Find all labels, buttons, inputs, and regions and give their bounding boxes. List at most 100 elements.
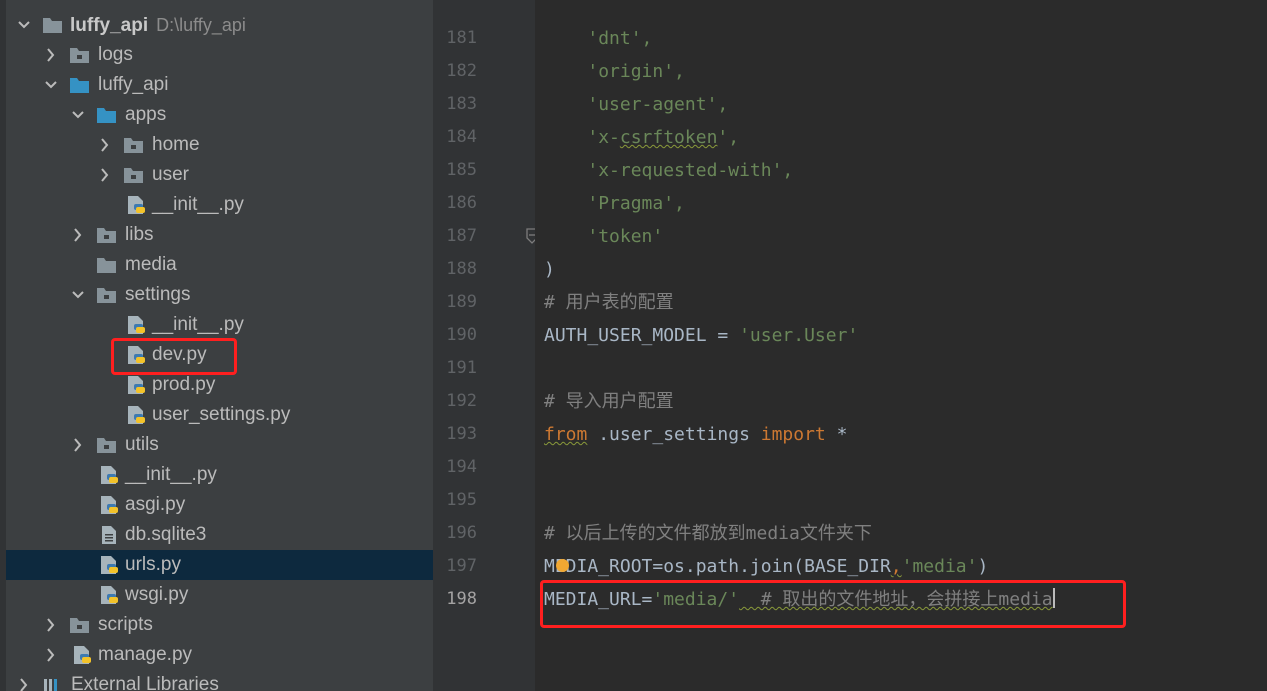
package-folder-icon bbox=[70, 78, 89, 93]
lightbulb-icon[interactable] bbox=[556, 559, 569, 572]
line-number: 194 bbox=[446, 457, 477, 477]
python-file-icon bbox=[101, 466, 118, 484]
tree-item-label: asgi.py bbox=[125, 494, 186, 515]
line-number: 185 bbox=[446, 160, 477, 180]
chevron-down-icon[interactable] bbox=[70, 105, 86, 125]
chevron-down-icon[interactable] bbox=[43, 75, 59, 95]
line-number: 193 bbox=[446, 424, 477, 444]
tree-item-label: External Libraries bbox=[71, 674, 219, 691]
chevron-right-icon[interactable] bbox=[43, 45, 59, 65]
tree-item-label: luffy_api bbox=[98, 74, 169, 95]
python-file-icon bbox=[128, 406, 145, 424]
code-editor[interactable]: 'dnt', 'origin', 'user-agent', 'x-csrfto… bbox=[535, 0, 1267, 691]
folder-icon bbox=[70, 48, 89, 63]
line-number: 183 bbox=[446, 94, 477, 114]
tree-item-home[interactable]: home bbox=[6, 130, 433, 160]
line-number: 188 bbox=[446, 259, 477, 279]
tree-item-external-libraries[interactable]: External Libraries bbox=[6, 670, 433, 691]
code-line-192: # 导入用户配置 bbox=[544, 391, 674, 412]
tree-item-wsgi-py[interactable]: wsgi.py bbox=[6, 580, 433, 610]
tree-item-libs[interactable]: libs bbox=[6, 220, 433, 250]
chevron-right-icon[interactable] bbox=[43, 645, 59, 665]
tree-item-label: __init__.py bbox=[152, 194, 244, 215]
chevron-right-icon[interactable] bbox=[97, 165, 113, 185]
chevron-right-icon[interactable] bbox=[70, 225, 86, 245]
python-file-icon bbox=[128, 376, 145, 394]
tree-item-label: __init__.py bbox=[152, 314, 244, 335]
highlight-box-dev-py bbox=[111, 338, 237, 375]
chevron-down-icon[interactable] bbox=[70, 285, 86, 305]
code-line-183: 'user-agent', bbox=[587, 94, 729, 115]
tree-item-label: wsgi.py bbox=[125, 584, 189, 605]
line-number: 196 bbox=[446, 523, 477, 543]
line-number: 186 bbox=[446, 193, 477, 213]
tree-item-asgi-py[interactable]: asgi.py bbox=[6, 490, 433, 520]
line-number: 189 bbox=[446, 292, 477, 312]
tree-root-label: luffy_api bbox=[70, 15, 149, 36]
tree-item-media[interactable]: media bbox=[6, 250, 433, 280]
python-file-icon bbox=[128, 196, 145, 214]
folder-icon bbox=[97, 438, 116, 453]
code-line-182: 'origin', bbox=[587, 61, 685, 82]
chevron-right-icon[interactable] bbox=[16, 675, 32, 691]
tree-item-label: user bbox=[152, 164, 189, 185]
tree-item-luffy-api-package[interactable]: luffy_api bbox=[6, 70, 433, 100]
tree-item-label: scripts bbox=[98, 614, 153, 635]
chevron-right-icon[interactable] bbox=[70, 435, 86, 455]
tree-item-apps[interactable]: apps bbox=[6, 100, 433, 130]
tree-item-urls-py[interactable]: urls.py bbox=[6, 550, 433, 580]
tree-item-settings[interactable]: settings bbox=[6, 280, 433, 310]
tree-item-logs[interactable]: logs bbox=[6, 40, 433, 70]
line-number: 182 bbox=[446, 61, 477, 81]
tree-item-user-settings-py[interactable]: user_settings.py bbox=[6, 400, 433, 430]
package-folder-icon bbox=[97, 108, 116, 123]
line-number: 192 bbox=[446, 391, 477, 411]
tree-root-path: D:\luffy_api bbox=[156, 15, 246, 35]
tree-item-user[interactable]: user bbox=[6, 160, 433, 190]
chevron-right-icon[interactable] bbox=[97, 135, 113, 155]
tree-item-label: apps bbox=[125, 104, 167, 125]
folder-icon bbox=[97, 258, 116, 273]
python-file-icon bbox=[101, 586, 118, 604]
folder-icon bbox=[70, 618, 89, 633]
tree-item-label: manage.py bbox=[98, 644, 193, 665]
code-line-190: AUTH_USER_MODEL = 'user.User' bbox=[544, 325, 859, 346]
python-file-icon bbox=[101, 556, 118, 574]
line-number-current: 198 bbox=[446, 589, 477, 609]
project-tree-panel: luffy_api D:\luffy_api logs luffy_api app… bbox=[0, 0, 433, 691]
folder-icon bbox=[97, 228, 116, 243]
line-number: 197 bbox=[446, 556, 477, 576]
code-line-193: from .user_settings import * bbox=[544, 424, 848, 445]
code-line-189: # 用户表的配置 bbox=[544, 292, 674, 313]
library-icon bbox=[44, 679, 57, 691]
chevron-right-icon[interactable] bbox=[43, 615, 59, 635]
editor-gutter: 181 182 183 184 185 186 187 188 189 190 … bbox=[433, 0, 538, 691]
folder-icon bbox=[43, 18, 62, 33]
folder-icon bbox=[124, 138, 143, 153]
line-number: 190 bbox=[446, 325, 477, 345]
tree-root-luffy-api[interactable]: luffy_api D:\luffy_api bbox=[6, 10, 433, 40]
python-file-icon bbox=[128, 316, 145, 334]
code-line-196: # 以后上传的文件都放到media文件夹下 bbox=[544, 523, 872, 544]
tree-item-settings-init[interactable]: __init__.py bbox=[6, 310, 433, 340]
tree-item-label: __init__.py bbox=[125, 464, 217, 485]
line-number: 187 bbox=[446, 226, 477, 246]
code-line-185: 'x-requested-with', bbox=[587, 160, 794, 181]
python-file-icon bbox=[74, 646, 91, 664]
code-line-181: 'dnt', bbox=[587, 28, 653, 49]
tree-item-scripts[interactable]: scripts bbox=[6, 610, 433, 640]
tree-item-utils[interactable]: utils bbox=[6, 430, 433, 460]
highlight-box-media-url bbox=[540, 580, 1126, 628]
tree-item-apps-init[interactable]: __init__.py bbox=[6, 190, 433, 220]
code-line-197: MEDIA_ROOT=os.path.join(BASE_DIR,'media'… bbox=[544, 556, 989, 577]
tree-item-db-sqlite3[interactable]: db.sqlite3 bbox=[6, 520, 433, 550]
chevron-down-icon[interactable] bbox=[16, 15, 32, 35]
line-number: 195 bbox=[446, 490, 477, 510]
python-file-icon bbox=[101, 496, 118, 514]
tree-item-label: settings bbox=[125, 284, 191, 305]
folder-icon bbox=[97, 288, 116, 303]
tree-item-package-init[interactable]: __init__.py bbox=[6, 460, 433, 490]
tree-item-label: urls.py bbox=[125, 554, 181, 575]
tree-item-manage-py[interactable]: manage.py bbox=[6, 640, 433, 670]
tree-item-label: prod.py bbox=[152, 374, 216, 395]
